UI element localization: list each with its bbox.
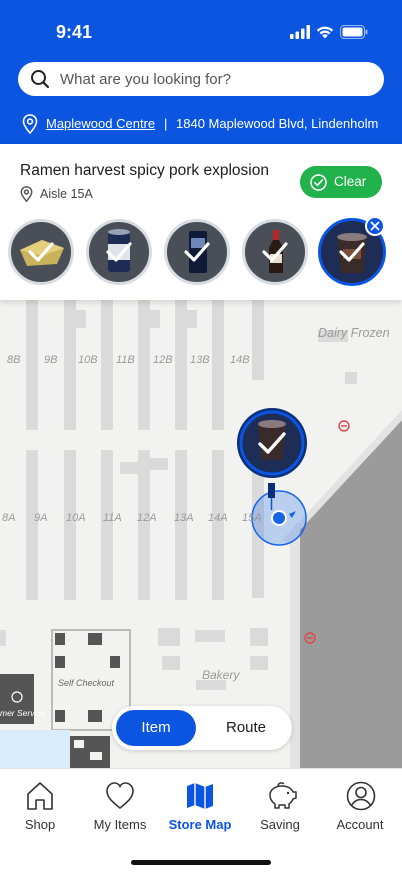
aisle-label-11a: 11A: [103, 512, 122, 524]
checkmark-icon: [339, 242, 365, 262]
aisle-label-12b: 12B: [153, 354, 173, 366]
battery-icon: [340, 25, 368, 39]
status-bar: 9:41: [0, 0, 402, 60]
item-title: Ramen harvest spicy pork explosion: [20, 162, 269, 179]
store-address: 1840 Maplewood Blvd, Lindenholm: [176, 116, 379, 131]
item-panel: Ramen harvest spicy pork explosion Aisle…: [0, 144, 402, 300]
aisle-label-8b: 8B: [7, 354, 21, 366]
tab-account-label: Account: [336, 817, 384, 832]
aisle-label-9b: 9B: [44, 354, 58, 366]
item-mode-button[interactable]: Item: [116, 710, 196, 746]
wifi-icon: [316, 26, 334, 39]
aisle-label-10a: 10A: [66, 512, 86, 524]
search-input[interactable]: [60, 62, 370, 96]
tab-account[interactable]: Account: [320, 781, 400, 837]
aisle-label-13a: 13A: [174, 512, 194, 524]
product-thumbnail-3[interactable]: [164, 219, 230, 285]
aisle-label-8a: 8A: [2, 512, 16, 524]
section-label-bakery: Bakery: [202, 668, 240, 682]
tab-my-items-label: My Items: [93, 817, 147, 832]
aisle-pin-icon: [20, 186, 33, 202]
checkmark-icon: [262, 242, 288, 262]
store-name-link[interactable]: Maplewood Centre: [46, 116, 155, 131]
home-indicator: [131, 860, 271, 865]
map-canvas: [0, 300, 402, 768]
aisle-label-14a: 14A: [208, 512, 228, 524]
search-bar[interactable]: [18, 62, 384, 96]
tab-saving-label: Saving: [260, 817, 300, 832]
clear-button[interactable]: Clear: [300, 166, 382, 198]
clear-button-label: Clear: [334, 174, 367, 189]
aisle-label: Aisle 15A: [40, 187, 93, 201]
product-thumbnail-4[interactable]: [242, 219, 308, 285]
store-separator: |: [164, 116, 168, 131]
account-icon: [346, 781, 376, 811]
aisle-label-12a: 12A: [137, 512, 157, 524]
aisle-label-14b: 14B: [230, 354, 250, 366]
heart-icon: [106, 782, 134, 810]
tab-store-map[interactable]: Store Map: [160, 781, 240, 837]
home-icon: [27, 782, 53, 810]
search-icon: [31, 70, 50, 89]
section-label-self-checkout: Self Checkout: [58, 678, 115, 688]
tab-shop-label: Shop: [24, 817, 56, 832]
product-thumbnail-2[interactable]: [86, 219, 152, 285]
checkmark-icon: [106, 242, 132, 262]
aisle-label-11b: 11B: [116, 354, 135, 366]
tab-shop[interactable]: Shop: [0, 781, 80, 837]
section-label-dairy-frozen: Dairy Frozen: [318, 326, 390, 340]
signal-icon: [290, 25, 310, 39]
tab-my-items[interactable]: My Items: [80, 781, 160, 837]
section-label-customer-service: mer Service: [0, 708, 46, 718]
tab-saving[interactable]: Saving: [240, 781, 320, 837]
aisle-label-15a: 15A: [242, 512, 262, 524]
checkmark-icon: [28, 242, 54, 262]
map-icon: [187, 783, 213, 809]
route-mode-button[interactable]: Route: [204, 710, 288, 746]
status-time: 9:41: [56, 22, 93, 42]
aisle-label-9a: 9A: [34, 512, 48, 524]
store-map[interactable]: Dairy Frozen Self Checkout Bakery mer Se…: [0, 300, 402, 768]
map-mode-toggle: Item Route: [112, 706, 292, 750]
app-header: 9:41 What are you looking for? Maplewood…: [0, 0, 402, 144]
aisle-label-10b: 10B: [78, 354, 98, 366]
piggy-bank-icon: [269, 782, 297, 809]
tab-store-map-label: Store Map: [168, 817, 232, 832]
remove-item-button[interactable]: [365, 216, 385, 236]
location-pin-icon: [22, 114, 38, 134]
check-circle-icon: [310, 174, 327, 191]
aisle-label-13b: 13B: [190, 354, 210, 366]
bottom-tab-bar: Shop My Items Store Map Saving Account: [0, 768, 402, 874]
checkmark-icon: [184, 242, 210, 262]
store-info: Maplewood Centre | 1840 Maplewood Blvd, …: [22, 114, 382, 134]
item-aisle: Aisle 15A: [20, 186, 140, 204]
status-icons: [290, 25, 370, 39]
close-icon: [370, 221, 380, 231]
product-thumbnail-1[interactable]: [8, 219, 74, 285]
